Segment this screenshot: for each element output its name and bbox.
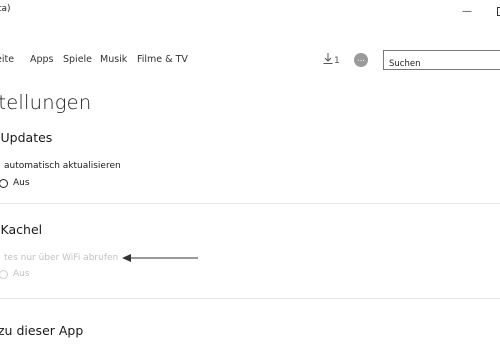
section-title-updates: -Updates — [0, 130, 53, 145]
annotation-arrow-icon — [122, 254, 198, 262]
window-title: ta) — [0, 4, 11, 14]
nav-item-games[interactable]: Spiele — [63, 54, 92, 65]
nav-item-movies-tv[interactable]: Filme & TV — [137, 54, 188, 65]
minimize-icon: — — [462, 5, 472, 17]
setting-label-auto-update: automatisch aktualisieren — [4, 161, 121, 171]
page-title: stellungen — [0, 91, 92, 114]
minimize-button[interactable]: — — [450, 0, 484, 22]
auto-update-toggle[interactable] — [0, 179, 8, 188]
download-icon — [323, 53, 333, 64]
section-title-tile: -Kachel — [0, 222, 43, 237]
downloads-count: 1 — [334, 56, 340, 66]
search-input[interactable] — [384, 55, 500, 73]
setting-label-wifi-only: tes nur über WiFi abrufen — [4, 253, 119, 263]
nav-item-home[interactable]: eite — [0, 54, 14, 65]
auto-update-toggle-state: Aus — [13, 178, 30, 188]
section-divider — [0, 298, 500, 299]
wifi-only-toggle-state: Aus — [13, 269, 30, 279]
avatar-icon: ... — [357, 54, 365, 63]
wifi-only-toggle[interactable] — [0, 270, 8, 279]
title-bar: ta) — — [0, 0, 500, 22]
maximize-icon — [496, 6, 500, 16]
search-box[interactable] — [383, 50, 500, 73]
avatar-button[interactable]: ... — [354, 53, 368, 67]
downloads-button[interactable]: 1 — [323, 53, 340, 66]
section-title-about: zu dieser App — [0, 323, 84, 338]
nav-item-apps[interactable]: Apps — [30, 54, 54, 65]
section-divider — [0, 203, 500, 204]
maximize-button[interactable] — [484, 0, 500, 22]
nav-item-music[interactable]: Musik — [100, 54, 127, 65]
